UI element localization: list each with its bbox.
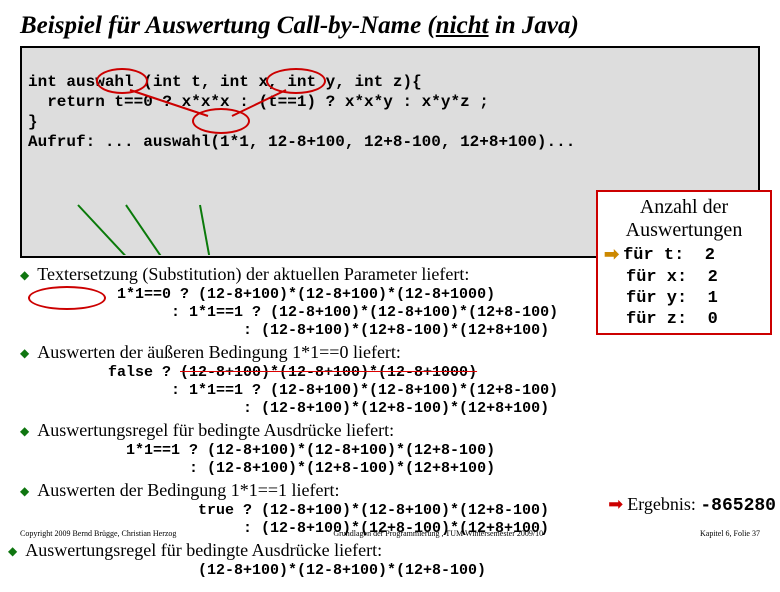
code-l1: int auswahl (int t, int x, int y, int z)… <box>28 73 422 91</box>
bullet-3: ◆Auswertungsregel für bedingte Ausdrücke… <box>20 420 760 441</box>
diamond-icon: ◆ <box>8 544 17 559</box>
code-l2: return t==0 ? x*x*x : (t==1) ? x*x*y : x… <box>28 93 489 111</box>
code-l3: } <box>28 113 38 131</box>
diamond-icon: ◆ <box>20 424 29 439</box>
bullet-5: ◆Auswertungsregel für bedingte Ausdrücke… <box>8 540 760 561</box>
ret-t1-oval-icon <box>266 68 326 94</box>
footer-right: Kapitel 6, Folie 37 <box>700 529 760 538</box>
page-title: Beispiel für Auswertung Call-by-Name (ni… <box>20 12 760 40</box>
footer-center: Grundlagen der Programmierung , TUM Wint… <box>333 529 543 538</box>
count-box: Anzahl der Auswertungen ➡für t: 2 für x:… <box>596 190 772 335</box>
footer: Copyright 2009 Bernd Brügge, Christian H… <box>0 529 780 538</box>
diamond-icon: ◆ <box>20 346 29 361</box>
diamond-icon: ◆ <box>20 268 29 283</box>
footer-left: Copyright 2009 Bernd Brügge, Christian H… <box>20 529 176 538</box>
code-3: 1*1==1 ? (12-8+100)*(12-8+100)*(12+8-100… <box>90 442 760 478</box>
diamond-icon: ◆ <box>20 484 29 499</box>
arrow-icon: ➡ <box>608 494 623 514</box>
result-line: ➡Ergebnis: -865280 <box>608 494 776 516</box>
subst-oval-icon <box>28 286 106 310</box>
call-oval-icon <box>192 108 250 134</box>
code-l4: Aufruf: ... auswahl(1*1, 12-8+100, 12+8-… <box>28 133 575 151</box>
arrow-icon: ➡ <box>604 244 619 266</box>
bullet-2: ◆Auswerten der äußeren Bedingung 1*1==0 … <box>20 342 760 363</box>
code-2: false ? (12-8+100)*(12-8+100)*(12-8+1000… <box>90 364 760 418</box>
ret-t-oval-icon <box>96 68 148 94</box>
code-5: (12-8+100)*(12-8+100)*(12+8-100) <box>180 562 760 580</box>
